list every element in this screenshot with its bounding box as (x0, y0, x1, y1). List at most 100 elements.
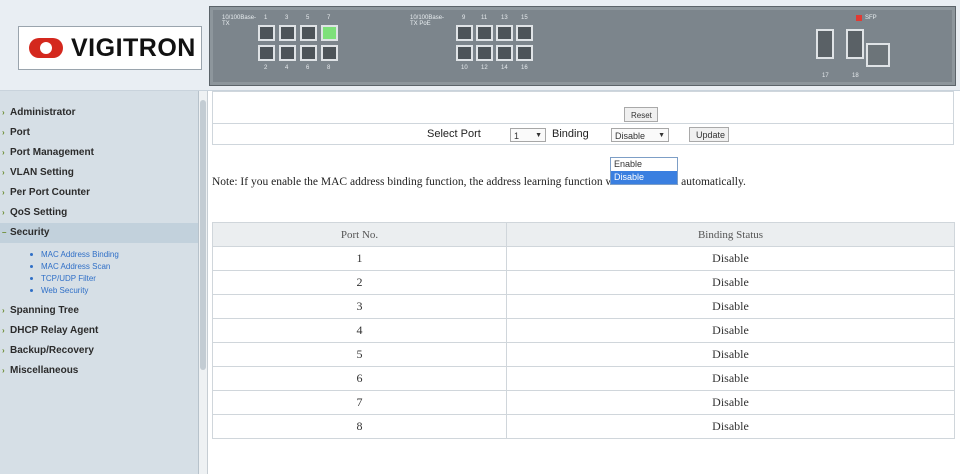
sidebar-item-security[interactable]: – Security (0, 223, 198, 243)
sidebar-item-dhcp-relay-agent[interactable]: › DHCP Relay Agent (0, 321, 198, 341)
panel-label: 10/100Base-TX PoE (410, 15, 445, 27)
port-no-cell: 3 (212, 294, 507, 319)
binding-select-value: Disable (615, 131, 646, 141)
sfp-number: 17 (822, 73, 829, 79)
binding-select[interactable]: Disable ▼ (611, 128, 669, 142)
sfp-port-17[interactable] (816, 29, 834, 59)
main-content: Reset Select Port 1 ▼ Binding Disable ▼ Up… (212, 91, 955, 474)
ethernet-port-7[interactable] (321, 25, 338, 41)
sidebar-subitem-label: MAC Address Scan (41, 262, 111, 271)
port-number: 5 (306, 15, 310, 21)
ethernet-port-3[interactable] (279, 25, 296, 41)
ethernet-port-2[interactable] (258, 45, 275, 61)
port-number: 3 (285, 15, 289, 21)
column-header-port-no: Port No. (212, 222, 507, 247)
caret-down-icon: ▼ (658, 132, 665, 139)
port-no-cell: 2 (212, 270, 507, 295)
sidebar-item-administrator[interactable]: › Administrator (0, 103, 198, 123)
sidebar-item-label: Administrator (10, 107, 76, 118)
port-number: 12 (481, 65, 488, 71)
binding-status-cell: Disable (506, 318, 955, 343)
binding-option-disable[interactable]: Disable (611, 171, 677, 184)
ethernet-port-14[interactable] (496, 45, 513, 61)
port-binding-form: Select Port 1 ▼ Binding Disable ▼ Update (212, 123, 954, 145)
chevron-right-icon: › (2, 168, 5, 177)
sidebar-item-label: Miscellaneous (10, 365, 79, 376)
bullet-icon (30, 289, 33, 293)
table-row: 1 Disable (212, 246, 955, 271)
binding-status-cell: Disable (506, 342, 955, 367)
ethernet-port-15[interactable] (516, 25, 533, 41)
chevron-right-icon: › (2, 366, 5, 375)
port-number: 9 (462, 15, 466, 21)
ethernet-port-9[interactable] (456, 25, 473, 41)
sidebar-item-port[interactable]: › Port (0, 123, 198, 143)
port-number: 4 (285, 65, 289, 71)
sidebar-subitem-tcp-udp-filter[interactable]: TCP/UDP Filter (0, 273, 198, 285)
binding-status-cell: Disable (506, 246, 955, 271)
ethernet-port-6[interactable] (300, 45, 317, 61)
sidebar-item-label: Security (10, 227, 50, 238)
sidebar-subitem-web-security[interactable]: Web Security (0, 285, 198, 297)
sidebar-item-label: Port (10, 127, 30, 138)
ethernet-port-5[interactable] (300, 25, 317, 41)
sidebar-item-per-port-counter[interactable]: › Per Port Counter (0, 183, 198, 203)
caret-down-icon: ▼ (535, 132, 542, 139)
sidebar-item-miscellaneous[interactable]: › Miscellaneous (0, 361, 198, 381)
update-button[interactable]: Update (689, 127, 729, 142)
bullet-icon (30, 277, 33, 281)
binding-option-enable[interactable]: Enable (611, 158, 677, 171)
reset-button[interactable]: Reset (624, 107, 658, 122)
binding-status-cell: Disable (506, 414, 955, 439)
port-number: 11 (481, 15, 488, 21)
sidebar-item-qos-setting[interactable]: › QoS Setting (0, 203, 198, 223)
ethernet-port-8[interactable] (321, 45, 338, 61)
ethernet-port-4[interactable] (279, 45, 296, 61)
sidebar-item-label: Spanning Tree (10, 305, 79, 316)
table-row: 3 Disable (212, 294, 955, 319)
port-no-cell: 6 (212, 366, 507, 391)
sidebar-subitem-label: Web Security (41, 286, 89, 295)
port-select-value: 1 (514, 131, 520, 141)
ethernet-port-13[interactable] (496, 25, 513, 41)
ethernet-port-10[interactable] (456, 45, 473, 61)
brand-logo[interactable]: VIGITRON (18, 26, 202, 70)
binding-options-dropdown: Enable Disable (610, 157, 678, 185)
sidebar-subitem-mac-address-binding[interactable]: MAC Address Binding (0, 249, 198, 261)
sidebar-item-port-management[interactable]: › Port Management (0, 143, 198, 163)
table-row: 4 Disable (212, 318, 955, 343)
binding-status-table: Port No. Binding Status 1 Disable 2 Disabl… (212, 222, 955, 439)
port-number: 6 (306, 65, 310, 71)
sfp-number: 18 (852, 73, 859, 79)
table-row: 7 Disable (212, 390, 955, 415)
bullet-icon (30, 253, 33, 257)
sidebar-scrollbar-thumb[interactable] (200, 100, 206, 370)
sidebar-item-spanning-tree[interactable]: › Spanning Tree (0, 301, 198, 321)
sidebar-subitem-mac-address-scan[interactable]: MAC Address Scan (0, 261, 198, 273)
sfp-port-18[interactable] (846, 29, 864, 59)
table-header-row: Port No. Binding Status (212, 222, 955, 247)
sidebar-item-label: QoS Setting (10, 207, 68, 218)
ethernet-port-12[interactable] (476, 45, 493, 61)
sidebar-item-backup-recovery[interactable]: › Backup/Recovery (0, 341, 198, 361)
ethernet-port-16[interactable] (516, 45, 533, 61)
port-select[interactable]: 1 ▼ (510, 128, 546, 142)
reset-row: Reset (212, 91, 954, 124)
switch-front-panel: 10/100Base-TX 10/100Base-TX PoE 1 3 5 7 … (209, 6, 956, 86)
logo-text: VIGITRON (71, 33, 196, 62)
ethernet-port-1[interactable] (258, 25, 275, 41)
sidebar-item-vlan-setting[interactable]: › VLAN Setting (0, 163, 198, 183)
port-number: 7 (327, 15, 331, 21)
chevron-right-icon: › (2, 346, 5, 355)
sidebar-item-label: Backup/Recovery (10, 345, 94, 356)
port-number: 16 (521, 65, 528, 71)
chevron-right-icon: › (2, 148, 5, 157)
sfp-slot-icon (866, 43, 890, 67)
port-number: 13 (501, 15, 508, 21)
port-number: 14 (501, 65, 508, 71)
ethernet-port-11[interactable] (476, 25, 493, 41)
power-led-icon (856, 15, 862, 21)
binding-label: Binding (552, 128, 589, 140)
port-no-cell: 4 (212, 318, 507, 343)
port-number: 2 (264, 65, 268, 71)
